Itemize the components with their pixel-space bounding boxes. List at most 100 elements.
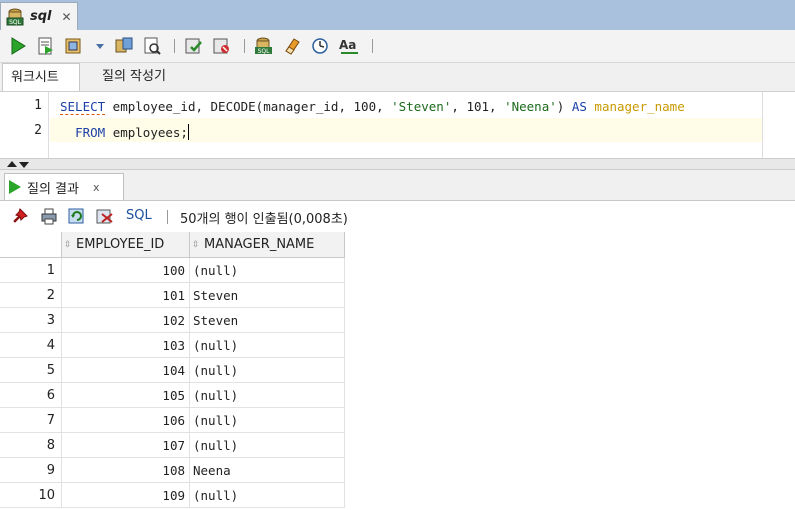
close-icon[interactable]: x (93, 181, 100, 194)
row-number: 5 (0, 358, 62, 383)
commit-icon[interactable] (184, 36, 204, 56)
column-alias: manager_name (594, 99, 685, 114)
code-line-1: SELECT employee_id, DECODE(manager_id, 1… (60, 99, 685, 115)
table-row[interactable]: 8 107 (null) (0, 433, 345, 458)
results-toolbar: SQL 50개의 행이 인출됨(0,008초) (0, 201, 795, 233)
keyword-select: SELECT (60, 99, 106, 115)
run-statement-icon[interactable] (8, 36, 28, 56)
code-area[interactable]: SELECT employee_id, DECODE(manager_id, 1… (50, 92, 762, 158)
table-row[interactable]: 4 103 (null) (0, 333, 345, 358)
table-row[interactable]: 6 105 (null) (0, 383, 345, 408)
refresh-icon[interactable] (68, 207, 86, 225)
cell-employee-id[interactable]: 103 (62, 333, 190, 358)
sql-editor[interactable]: 1 2 SELECT employee_id, DECODE(manager_i… (0, 92, 795, 158)
right-margin-line (762, 92, 763, 158)
cell-employee-id[interactable]: 108 (62, 458, 190, 483)
tab-sql[interactable]: SQL sql ✕ (0, 2, 78, 30)
run-result-icon (9, 180, 21, 194)
toolbar-separator (174, 39, 175, 53)
sql-tuning-icon[interactable] (142, 36, 162, 56)
text-caret (187, 124, 189, 140)
cell-manager-name[interactable]: Steven (190, 308, 345, 333)
export-icon[interactable] (96, 207, 114, 225)
results-grid: ⇳ EMPLOYEE_ID ⇳ MANAGER_NAME 1 100 (null) … (0, 232, 795, 510)
code-text: employee_id, DECODE(manager_id, (105, 99, 354, 114)
unshared-sql-icon[interactable]: SQL (254, 36, 274, 56)
string-literal: 'Steven' (391, 99, 452, 114)
table-row[interactable]: 5 104 (null) (0, 358, 345, 383)
tab-query-result[interactable]: 질의 결과 x (4, 173, 124, 200)
history-icon[interactable] (310, 36, 330, 56)
cell-manager-name[interactable]: (null) (190, 383, 345, 408)
cell-employee-id[interactable]: 102 (62, 308, 190, 333)
explain-plan-icon[interactable] (114, 36, 134, 56)
code-line-2: FROM employees; (60, 124, 189, 140)
cell-employee-id[interactable]: 105 (62, 383, 190, 408)
eraser-icon[interactable] (282, 36, 302, 56)
cell-manager-name[interactable]: (null) (190, 408, 345, 433)
collapse-down-icon[interactable] (19, 162, 29, 168)
table-row[interactable]: 2 101 Steven (0, 283, 345, 308)
worksheet-toolbar: SQL Aa (0, 30, 795, 63)
cell-manager-name[interactable]: (null) (190, 483, 345, 508)
row-number: 1 (0, 258, 62, 283)
sort-icon[interactable]: ⇳ (192, 232, 202, 258)
string-literal: 'Neena' (504, 99, 557, 114)
line-number: 2 (34, 123, 42, 138)
cell-manager-name[interactable]: (null) (190, 433, 345, 458)
close-icon[interactable]: ✕ (62, 10, 72, 24)
code-text: employees; (105, 125, 188, 140)
keyword-as: AS (571, 99, 587, 114)
toolbar-separator (244, 39, 245, 53)
run-script-icon[interactable] (36, 36, 56, 56)
sql-link[interactable]: SQL (126, 208, 152, 223)
cell-manager-name[interactable]: (null) (190, 358, 345, 383)
cell-employee-id[interactable]: 104 (62, 358, 190, 383)
table-row[interactable]: 3 102 Steven (0, 308, 345, 333)
cell-employee-id[interactable]: 100 (62, 258, 190, 283)
code-text: , (489, 99, 505, 114)
sort-icon[interactable]: ⇳ (64, 232, 74, 258)
table-row[interactable]: 1 100 (null) (0, 258, 345, 283)
pin-icon[interactable] (12, 207, 30, 225)
line-number: 1 (34, 98, 42, 113)
tab-query-builder[interactable]: 질의 작성기 (94, 63, 174, 91)
row-number: 8 (0, 433, 62, 458)
toolbar-separator (372, 39, 373, 53)
number-literal: 101 (466, 99, 490, 114)
svg-text:SQL: SQL (258, 48, 271, 55)
print-icon[interactable] (40, 207, 58, 225)
table-row[interactable]: 7 106 (null) (0, 408, 345, 433)
cell-employee-id[interactable]: 109 (62, 483, 190, 508)
code-text: , (451, 99, 467, 114)
dropdown-arrow-icon[interactable] (94, 36, 106, 56)
cell-manager-name[interactable]: (null) (190, 258, 345, 283)
fetch-status: 50개의 행이 인출됨(0,008초) (180, 212, 348, 227)
table-row[interactable]: 10 109 (null) (0, 483, 345, 508)
autotrace-icon[interactable] (64, 36, 84, 56)
document-tab-strip: SQL sql ✕ (0, 0, 795, 30)
column-header-employee-id[interactable]: ⇳ EMPLOYEE_ID (62, 232, 190, 258)
row-number: 4 (0, 333, 62, 358)
table-row[interactable]: 9 108 Neena (0, 458, 345, 483)
cell-manager-name[interactable]: Neena (190, 458, 345, 483)
row-number: 3 (0, 308, 62, 333)
cell-manager-name[interactable]: Steven (190, 283, 345, 308)
collapse-up-icon[interactable] (7, 161, 17, 167)
rollback-icon[interactable] (212, 36, 232, 56)
pane-splitter[interactable] (0, 158, 795, 170)
result-tab-label: 질의 결과 (27, 181, 79, 197)
cell-employee-id[interactable]: 107 (62, 433, 190, 458)
keyword-from: FROM (75, 125, 106, 140)
column-header-label: MANAGER_NAME (204, 237, 315, 252)
column-header-manager-name[interactable]: ⇳ MANAGER_NAME (190, 232, 345, 258)
line-number-gutter: 1 2 (0, 92, 49, 158)
cell-manager-name[interactable]: (null) (190, 333, 345, 358)
svg-text:Aa: Aa (339, 38, 356, 52)
cell-employee-id[interactable]: 106 (62, 408, 190, 433)
tab-worksheet[interactable]: 워크시트 (2, 63, 80, 91)
format-icon[interactable]: Aa (338, 36, 362, 56)
row-number-header (0, 232, 62, 258)
cell-employee-id[interactable]: 101 (62, 283, 190, 308)
